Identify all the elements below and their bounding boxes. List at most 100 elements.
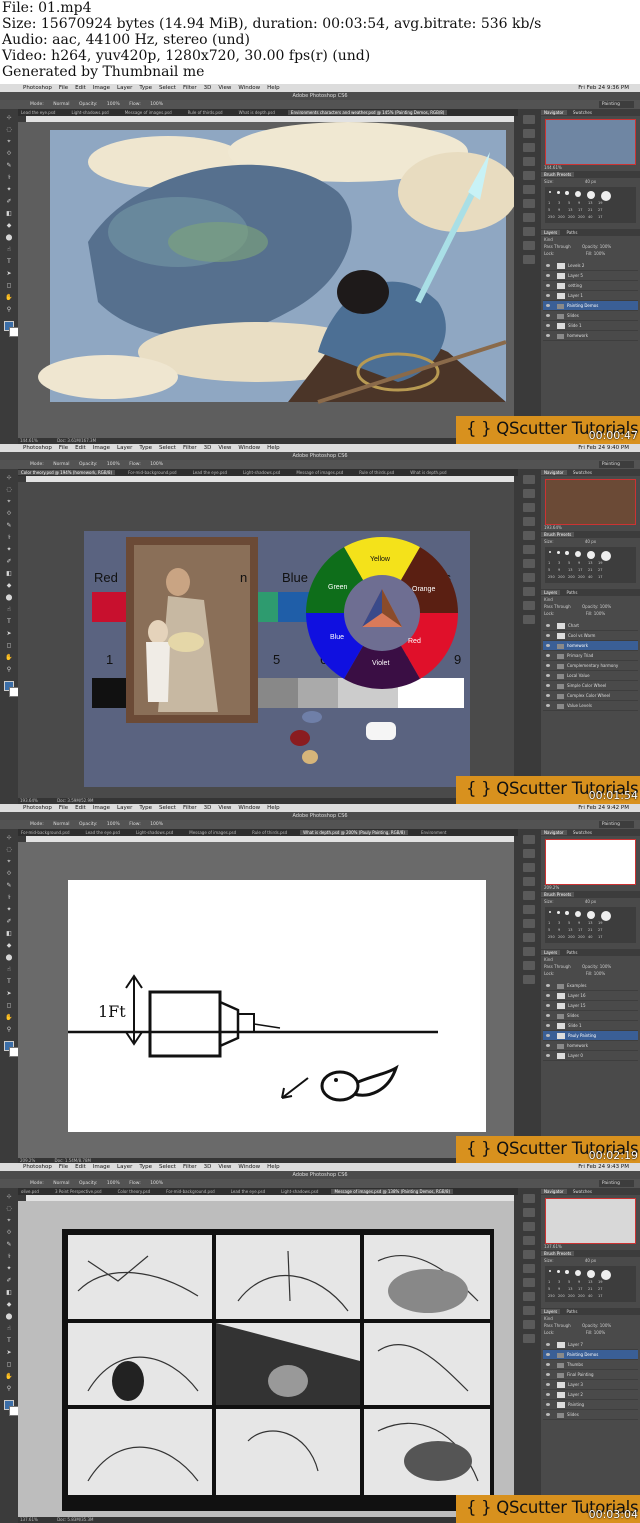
tool-icon[interactable]: ⚕: [4, 175, 14, 181]
menu-item[interactable]: Photoshop: [23, 85, 52, 91]
panel-toggle-icon[interactable]: [523, 255, 535, 264]
tool-icon[interactable]: ☝: [4, 1326, 14, 1332]
tab-swatches[interactable]: Swatches: [570, 110, 595, 115]
brush-preset-dot[interactable]: [601, 911, 611, 921]
brush-preset-dot[interactable]: [587, 551, 595, 559]
layer-row[interactable]: Complementary harmony: [543, 661, 638, 671]
document-tab[interactable]: For-mid-background.psd: [18, 830, 73, 835]
document-tab[interactable]: Rule of thirds.psd: [356, 470, 397, 475]
tool-icon[interactable]: ✦: [4, 907, 14, 913]
opacity-field[interactable]: 100%: [107, 1181, 120, 1186]
tool-icon[interactable]: ⌖: [4, 139, 14, 145]
panel-toggle-icon[interactable]: [523, 171, 535, 180]
tool-icon[interactable]: ⟐: [4, 511, 14, 517]
tool-icon[interactable]: ⊹: [4, 115, 14, 121]
eye-icon[interactable]: [546, 1014, 550, 1017]
eye-icon[interactable]: [546, 1343, 550, 1346]
menu-item[interactable]: Window: [238, 805, 260, 811]
panel-toggle-icon[interactable]: [523, 1334, 535, 1343]
layer-row[interactable]: setting: [543, 281, 638, 291]
panel-toggle-icon[interactable]: [523, 143, 535, 152]
fill-field[interactable]: 100%: [594, 611, 605, 616]
menu-item[interactable]: Edit: [75, 805, 86, 811]
layer-row[interactable]: Painting Demos: [543, 1350, 638, 1360]
tool-icon[interactable]: ✦: [4, 1266, 14, 1272]
menu-item[interactable]: Photoshop: [23, 445, 52, 451]
menu-item[interactable]: Select: [159, 85, 176, 91]
layer-opacity-field[interactable]: 100%: [600, 1323, 611, 1328]
mode-select[interactable]: Normal: [53, 822, 69, 827]
panel-toggle-icon[interactable]: [523, 115, 535, 124]
fill-field[interactable]: 100%: [594, 971, 605, 976]
brush-preset-dot[interactable]: [549, 1270, 551, 1272]
menu-item[interactable]: 3D: [204, 85, 212, 91]
tool-icon[interactable]: ⊹: [4, 835, 14, 841]
menu-item[interactable]: Select: [159, 805, 176, 811]
brush-preset-dot[interactable]: [565, 1270, 569, 1274]
navigator-thumbnail[interactable]: [545, 839, 636, 885]
layer-row[interactable]: Primary Triad: [543, 651, 638, 661]
panel-toggle-icon[interactable]: [523, 933, 535, 942]
menu-item[interactable]: Window: [238, 445, 260, 451]
eye-icon[interactable]: [546, 1373, 550, 1376]
tab-layers[interactable]: Layers: [541, 230, 561, 235]
tool-icon[interactable]: ✐: [4, 1278, 14, 1284]
tool-icon[interactable]: ◌: [4, 1206, 14, 1212]
panel-toggle-icon[interactable]: [523, 975, 535, 984]
menu-item[interactable]: Filter: [183, 85, 197, 91]
tool-icon[interactable]: T: [4, 259, 14, 265]
brush-preset-dot[interactable]: [557, 551, 560, 554]
eye-icon[interactable]: [546, 1034, 550, 1037]
layer-row[interactable]: Painting: [543, 1400, 638, 1410]
tool-icon[interactable]: ➤: [4, 991, 14, 997]
menu-item[interactable]: Type: [139, 805, 152, 811]
tool-icon[interactable]: ⚲: [4, 307, 14, 313]
panel-toggle-icon[interactable]: [523, 199, 535, 208]
eye-icon[interactable]: [546, 704, 550, 707]
tab-navigator[interactable]: Navigator: [541, 470, 567, 475]
size-field[interactable]: 40 px: [585, 179, 596, 184]
brush-preset-dot[interactable]: [565, 191, 569, 195]
menu-item[interactable]: Type: [139, 1164, 152, 1170]
layer-row[interactable]: homework: [543, 1041, 638, 1051]
eye-icon[interactable]: [546, 984, 550, 987]
panel-toggle-icon[interactable]: [523, 1320, 535, 1329]
layer-row[interactable]: Painting Demos: [543, 301, 638, 311]
size-field[interactable]: 40 px: [585, 899, 596, 904]
document-tab[interactable]: Color theory.psd: [115, 1189, 154, 1194]
menu-item[interactable]: Image: [93, 805, 110, 811]
flow-field[interactable]: 100%: [150, 1181, 163, 1186]
panel-toggle-icon[interactable]: [523, 891, 535, 900]
tool-icon[interactable]: ⟐: [4, 1230, 14, 1236]
tool-icon[interactable]: ➤: [4, 631, 14, 637]
layer-row[interactable]: Examples: [543, 981, 638, 991]
layer-opacity-field[interactable]: 100%: [600, 964, 611, 969]
flow-field[interactable]: 100%: [150, 102, 163, 107]
tool-icon[interactable]: ⚲: [4, 667, 14, 673]
menu-item[interactable]: Type: [139, 85, 152, 91]
document-tab[interactable]: Message of images.psd: [122, 110, 175, 115]
tab-brush-presets[interactable]: Brush Presets: [541, 172, 575, 177]
layer-row[interactable]: Layer 7: [543, 1340, 638, 1350]
eye-icon[interactable]: [546, 304, 550, 307]
document-tab[interactable]: Environments characters and weather.psd …: [287, 110, 448, 115]
panel-toggle-icon[interactable]: [523, 947, 535, 956]
menu-item[interactable]: Help: [267, 805, 280, 811]
document-tab[interactable]: Lead the eye.psd: [18, 110, 58, 115]
brush-preset-dot[interactable]: [557, 191, 560, 194]
eye-icon[interactable]: [546, 1004, 550, 1007]
mode-select[interactable]: Normal: [53, 462, 69, 467]
eye-icon[interactable]: [546, 334, 550, 337]
document-tab[interactable]: Message of images.psd: [293, 470, 346, 475]
layer-row[interactable]: Slide 1: [543, 1021, 638, 1031]
fill-field[interactable]: 100%: [594, 251, 605, 256]
panel-toggle-icon[interactable]: [523, 129, 535, 138]
tab-paths[interactable]: Paths: [564, 230, 581, 235]
tool-icon[interactable]: ⊹: [4, 1194, 14, 1200]
tab-navigator[interactable]: Navigator: [541, 830, 567, 835]
panel-toggle-icon[interactable]: [523, 157, 535, 166]
kind-filter[interactable]: Kind: [544, 237, 553, 242]
panel-toggle-icon[interactable]: [523, 1278, 535, 1287]
workspace-select[interactable]: Painting: [598, 101, 634, 108]
menu-item[interactable]: Help: [267, 1164, 280, 1170]
